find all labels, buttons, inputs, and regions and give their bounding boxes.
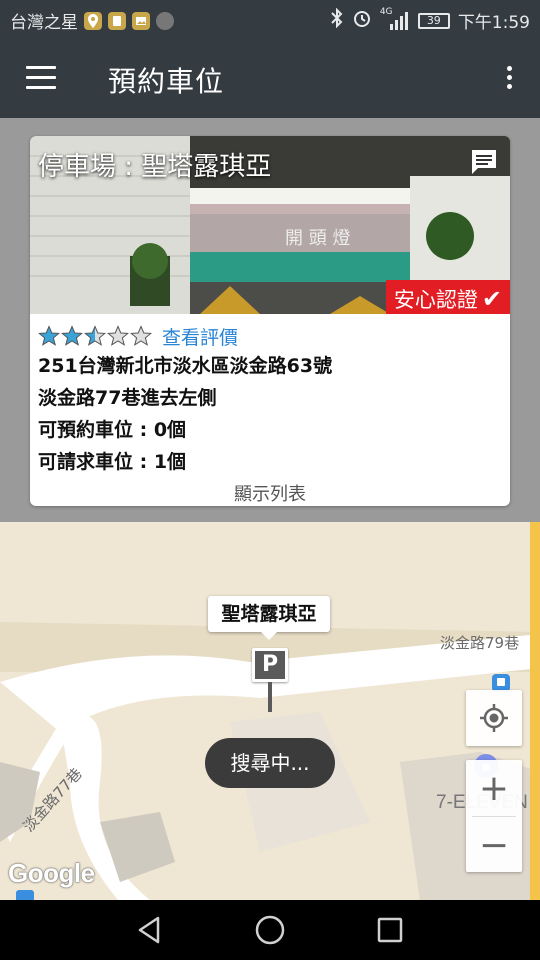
bus-stop-icon-2 <box>16 890 34 900</box>
searching-toast: 搜尋中... <box>205 738 335 788</box>
alarm-icon <box>352 8 372 33</box>
parking-lot-name: 停車場 : 聖塔露琪亞 <box>38 152 272 182</box>
location-notification-icon <box>84 11 102 30</box>
google-logo: Google <box>8 858 95 888</box>
my-location-button[interactable] <box>466 690 522 746</box>
bluetooth-icon <box>330 7 344 33</box>
battery-indicator: 39 <box>417 12 450 29</box>
crosshair-icon <box>480 704 508 732</box>
star-icon <box>84 325 106 346</box>
parking-photo: 開 頭 燈 停車場 : 聖塔露琪亞 安心認證 ✔ <box>30 136 510 314</box>
app-toolbar: 預約車位 <box>0 38 540 118</box>
message-icon[interactable] <box>468 146 500 178</box>
parking-info-card[interactable]: 開 頭 燈 停車場 : 聖塔露琪亞 安心認證 ✔ 查看評價 251台灣新北市淡水… <box>30 136 510 506</box>
app-notification-icon <box>108 11 126 30</box>
contact-avatar-icon <box>156 11 174 30</box>
garage-sign-text: 開 頭 燈 <box>285 228 350 249</box>
star-icon <box>61 325 83 346</box>
directions: 淡金路77巷進去左側 <box>38 387 217 409</box>
star-icon <box>107 325 129 346</box>
status-bar: 台灣之星 4G 39 下午1:59 <box>0 0 540 38</box>
signal-icon: 4G <box>380 7 410 31</box>
checkmark-icon: ✔ <box>481 285 502 313</box>
requestable-spaces: 可請求車位 : 1個 <box>38 451 187 473</box>
more-options-icon[interactable] <box>504 66 514 92</box>
recent-apps-icon[interactable] <box>372 912 408 948</box>
reservable-spaces: 可預約車位 : 0個 <box>38 419 187 441</box>
star-icon <box>38 325 60 346</box>
navigation-bar <box>0 900 540 960</box>
address: 251台灣新北市淡水區淡金路63號 <box>38 355 333 377</box>
view-reviews-link[interactable]: 查看評價 <box>162 323 238 350</box>
network-type: 4G <box>379 6 393 17</box>
road-label-79: 淡金路79巷 <box>440 634 520 652</box>
back-icon[interactable] <box>132 912 168 948</box>
rating-stars <box>38 325 152 347</box>
carrier-name: 台灣之星 <box>10 13 78 33</box>
pin-stem <box>268 682 272 712</box>
zoom-out-button[interactable]: − <box>466 817 522 873</box>
clock: 下午1:59 <box>457 13 530 33</box>
home-icon[interactable] <box>252 912 288 948</box>
zoom-in-button[interactable]: + <box>466 760 522 816</box>
gallery-notification-icon <box>132 11 150 30</box>
parking-map-label[interactable]: 聖塔露琪亞 <box>208 596 330 640</box>
show-list-button[interactable]: 顯示列表 <box>38 480 502 506</box>
zoom-controls: + − <box>466 760 522 872</box>
page-title: 預約車位 <box>108 65 225 98</box>
certified-badge: 安心認證 ✔ <box>385 280 510 314</box>
menu-icon[interactable] <box>26 66 56 90</box>
parking-pin-icon[interactable]: P <box>252 648 288 682</box>
certified-label: 安心認證 <box>393 288 478 312</box>
star-icon <box>130 325 152 346</box>
